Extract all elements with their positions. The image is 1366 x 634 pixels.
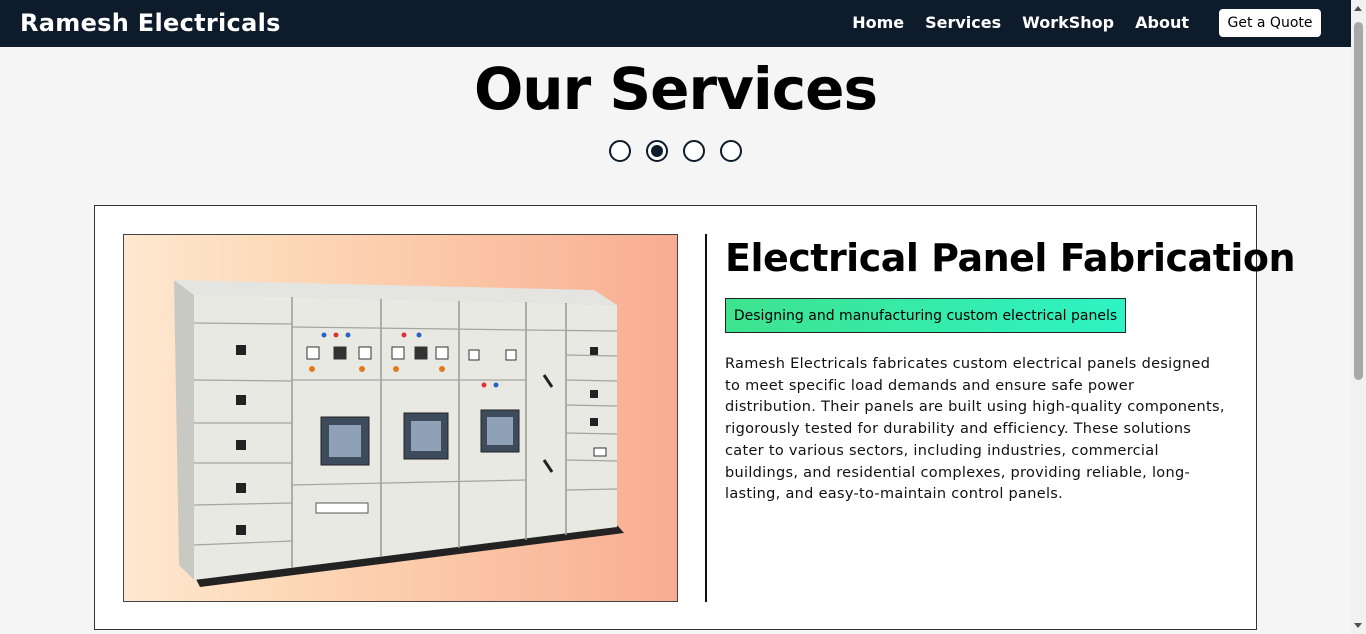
carousel-dot-1[interactable]: [609, 140, 631, 162]
service-subtitle-badge: Designing and manufacturing custom elect…: [725, 298, 1126, 333]
service-description: Ramesh Electricals fabricates custom ele…: [725, 356, 1225, 503]
get-quote-button[interactable]: Get a Quote: [1219, 9, 1321, 37]
carousel-dot-3[interactable]: [683, 140, 705, 162]
nav-link-services[interactable]: Services: [925, 13, 1001, 32]
vertical-divider: [705, 234, 707, 602]
nav-link-workshop[interactable]: WorkShop: [1022, 13, 1114, 32]
nav-link-about[interactable]: About: [1135, 13, 1189, 32]
vertical-scrollbar[interactable]: [1351, 0, 1366, 634]
navbar: Ramesh Electricals Home Services WorkSho…: [0, 0, 1351, 47]
carousel-indicators: [609, 140, 742, 162]
carousel-dot-2-active[interactable]: [646, 140, 668, 162]
carousel-dot-4[interactable]: [720, 140, 742, 162]
scroll-up-arrow-icon[interactable]: [1354, 6, 1362, 11]
page-title: Our Services: [473, 55, 878, 123]
electrical-panel-illustration: [174, 280, 624, 587]
nav-link-home[interactable]: Home: [852, 13, 904, 32]
service-card: Electrical Panel Fabrication Designing a…: [94, 205, 1296, 630]
scrollbar-thumb[interactable]: [1354, 22, 1363, 380]
service-image: [123, 234, 678, 602]
nav-links: Home Services WorkShop About: [852, 13, 1189, 32]
service-title: Electrical Panel Fabrication: [725, 236, 1296, 280]
brand-logo-text[interactable]: Ramesh Electricals: [20, 9, 281, 37]
scroll-down-arrow-icon[interactable]: [1354, 623, 1362, 628]
